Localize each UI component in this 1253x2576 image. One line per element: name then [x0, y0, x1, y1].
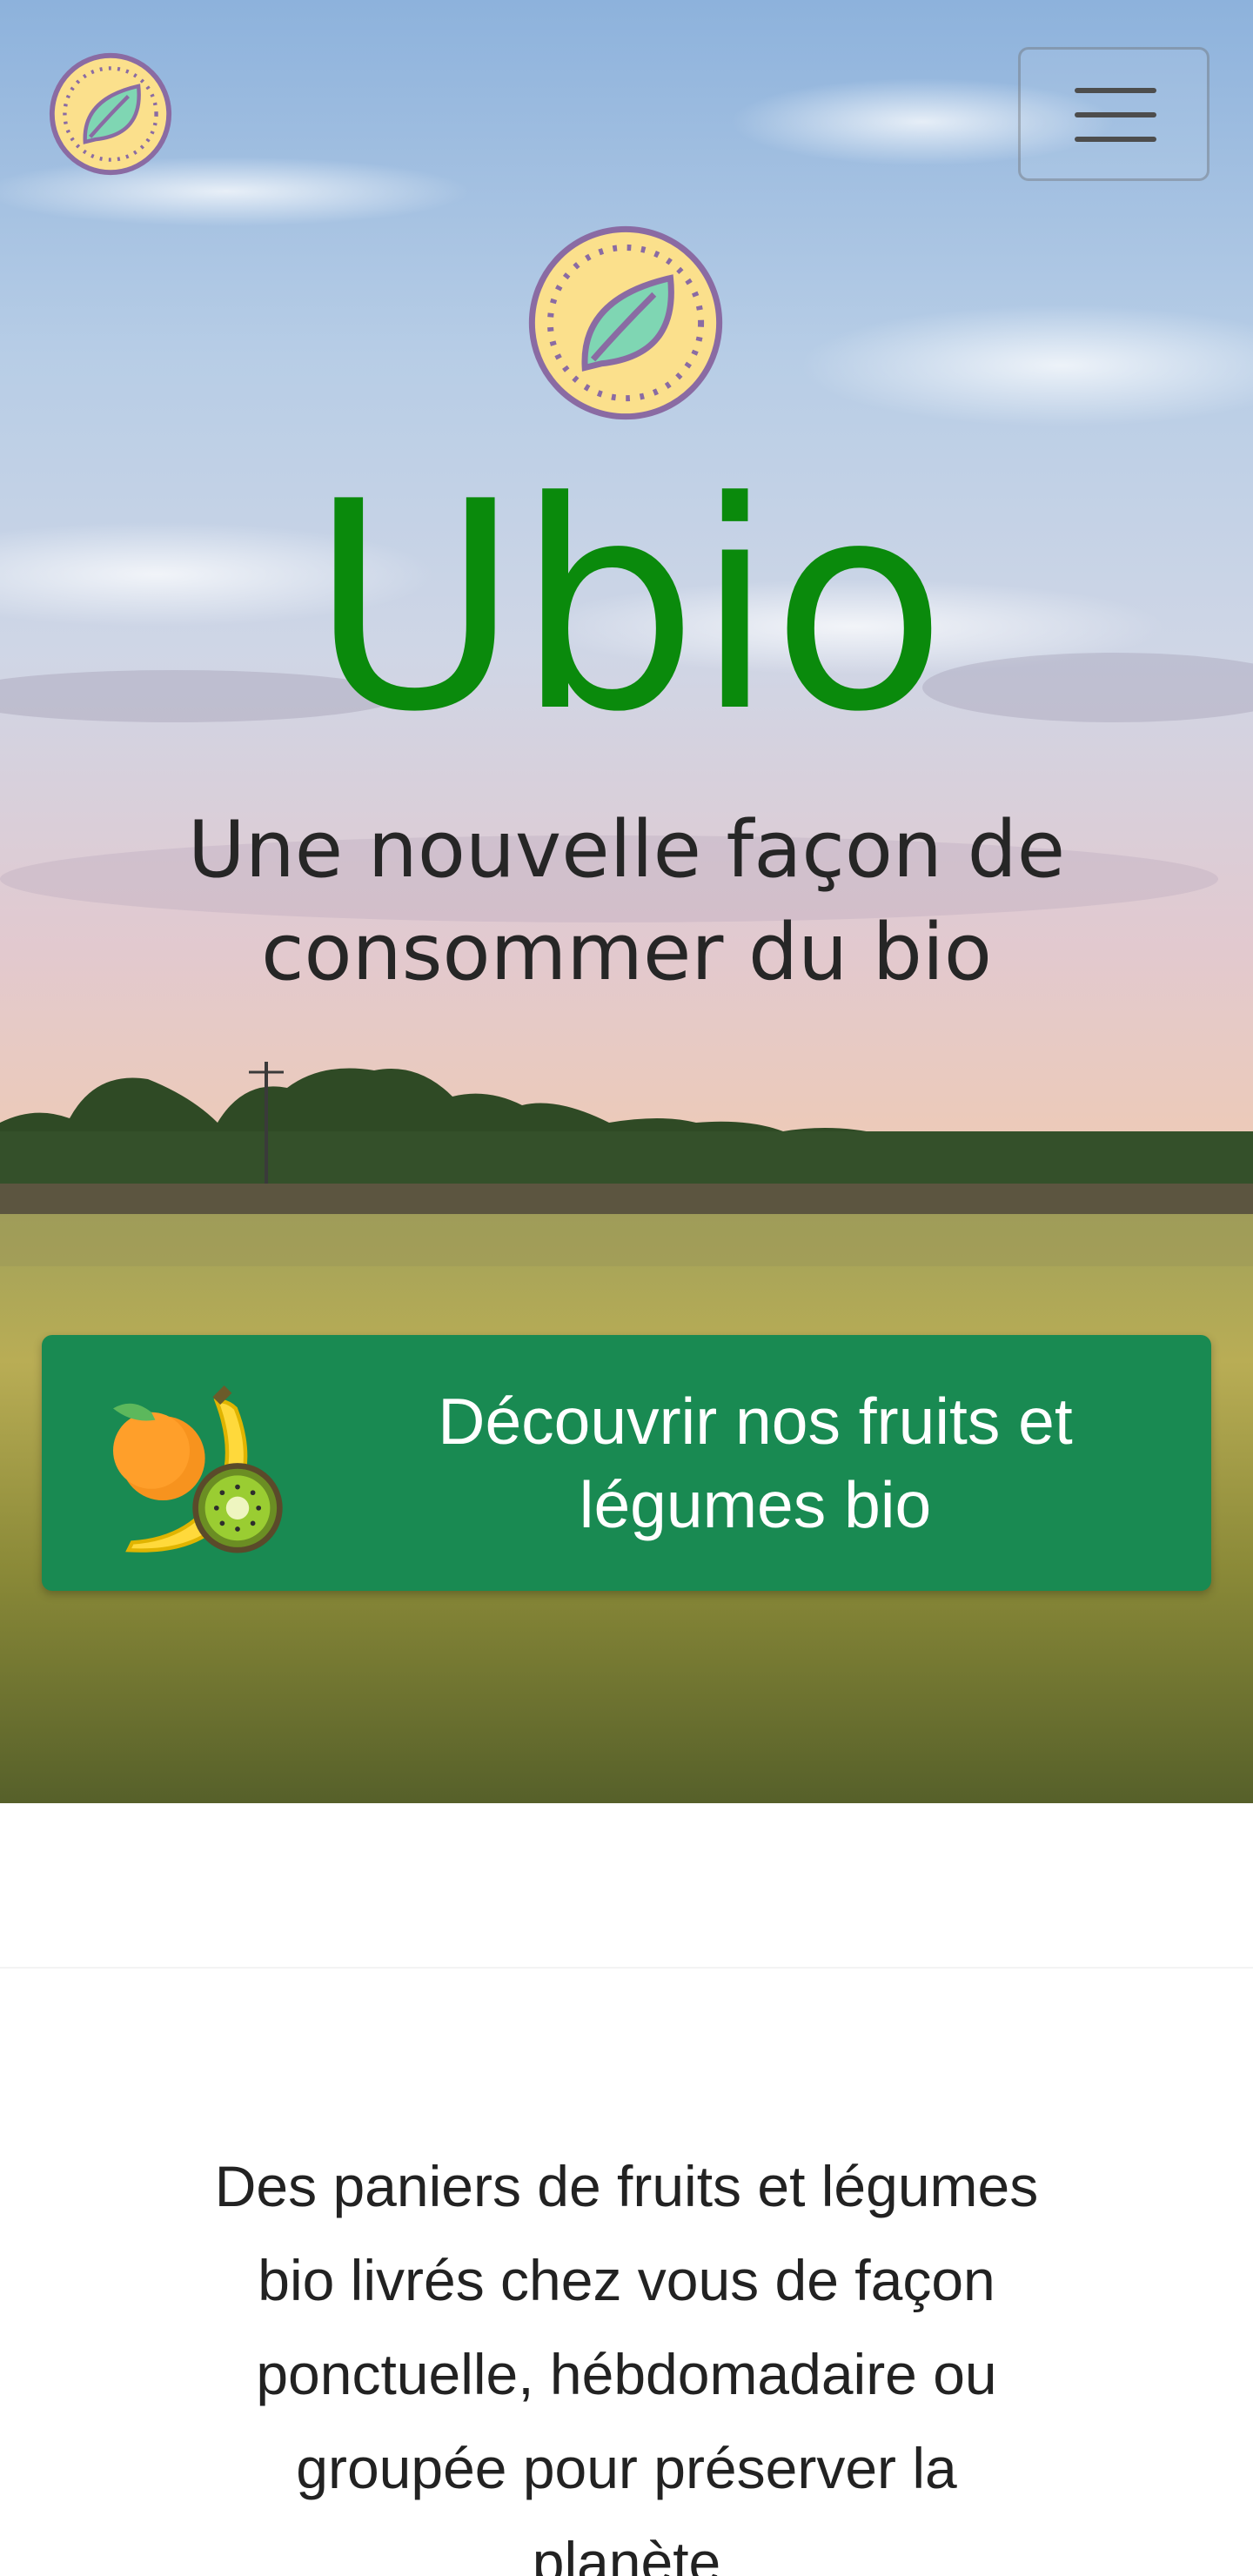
brand-title: Ubio	[309, 440, 948, 775]
menu-toggle-button[interactable]	[1018, 47, 1209, 181]
section-divider	[0, 1967, 1253, 1969]
cta-label: Découvrir nos fruits et légumes bio	[438, 1385, 1073, 1541]
hero-section: Ubio Une nouvelle façon de consommer du …	[0, 0, 1253, 1803]
navbar	[0, 0, 1253, 226]
intro-paragraph: Des paniers de fruits et légumes bio liv…	[214, 2154, 1039, 2576]
leaf-badge-icon	[528, 225, 723, 420]
page: Ubio Une nouvelle façon de consommer du …	[0, 0, 1253, 2576]
leaf-badge-icon[interactable]	[47, 50, 174, 178]
fruits-icon	[113, 1385, 283, 1553]
hero-tagline: Une nouvelle façon de consommer du bio	[187, 804, 1066, 998]
discover-products-button[interactable]: Découvrir nos fruits et légumes bio	[42, 1335, 1211, 1591]
